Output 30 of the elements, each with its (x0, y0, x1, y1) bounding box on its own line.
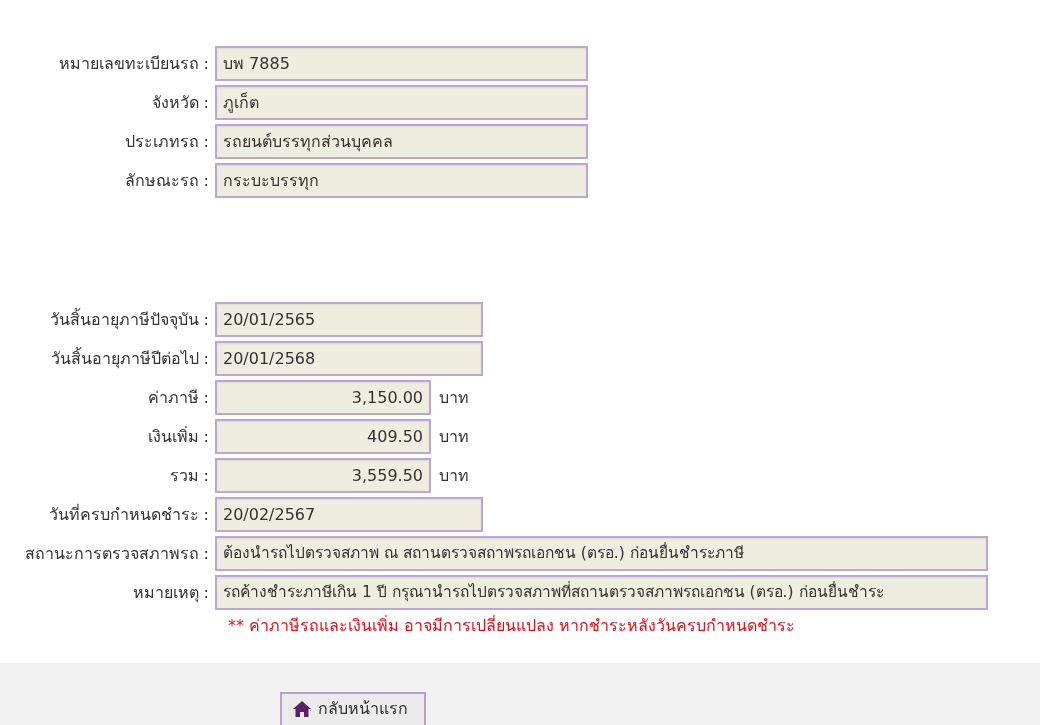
field-value: ภูเก็ต (215, 85, 588, 120)
field-value: รถยนต์บรรทุกส่วนบุคคล (215, 124, 588, 159)
field-value: 20/02/2567 (215, 497, 483, 532)
home-button[interactable]: กลับหน้าแรก (280, 692, 426, 725)
field-value: 409.50 (215, 419, 431, 454)
field-label: เงินเพิ่ม : (146, 425, 210, 448)
unit-label: บาท (439, 386, 469, 409)
field-value: กระบะบรรทุก (215, 163, 588, 198)
home-icon (292, 700, 312, 718)
field-value: 3,150.00 (215, 380, 431, 415)
field-label: วันสิ้นอายุภาษีปีต่อไป : (49, 346, 210, 371)
field-label: วันที่ครบกำหนดชำระ : (47, 503, 210, 526)
field-label: สถานะการตรวจสภาพรถ : (23, 542, 210, 565)
field-label: ประเภทรถ : (123, 130, 210, 153)
field-label: หมายเลขทะเบียนรถ : (57, 52, 210, 75)
field-value: ต้องนำรถไปตรวจสภาพ ณ สถานตรวจสถาพรถเอกชน (ตรอ.) ก่อนยื่นชำระภาษี (215, 536, 988, 571)
field-value: รถค้างชำระภาษีเกิน 1 ปี กรุณานำรถไปตรวจสภาพที่สถานตรวจสภาพรถเอกชน (ตรอ.) ก่อนยื่นชำระ (215, 575, 988, 610)
field-label: รวม : (168, 464, 210, 487)
field-value: 20/01/2568 (215, 341, 483, 376)
unit-label: บาท (439, 425, 469, 448)
unit-label: บาท (439, 464, 469, 487)
warning-text: ** ค่าภาษีรถและเงินเพิ่ม อาจมีการเปลี่ยนแปลง หากชำระหลังวันครบกำหนดชำระ (228, 614, 797, 637)
field-value: บพ 7885 (215, 46, 588, 81)
field-label: หมายเหตุ : (131, 581, 210, 605)
field-label: ลักษณะรถ : (123, 169, 210, 192)
field-label: ค่าภาษี : (146, 386, 210, 409)
field-label: จังหวัด : (150, 91, 210, 114)
field-value: 20/01/2565 (215, 302, 483, 337)
field-label: วันสิ้นอายุภาษีปัจจุบัน : (48, 307, 210, 332)
field-value: 3,559.50 (215, 458, 431, 493)
